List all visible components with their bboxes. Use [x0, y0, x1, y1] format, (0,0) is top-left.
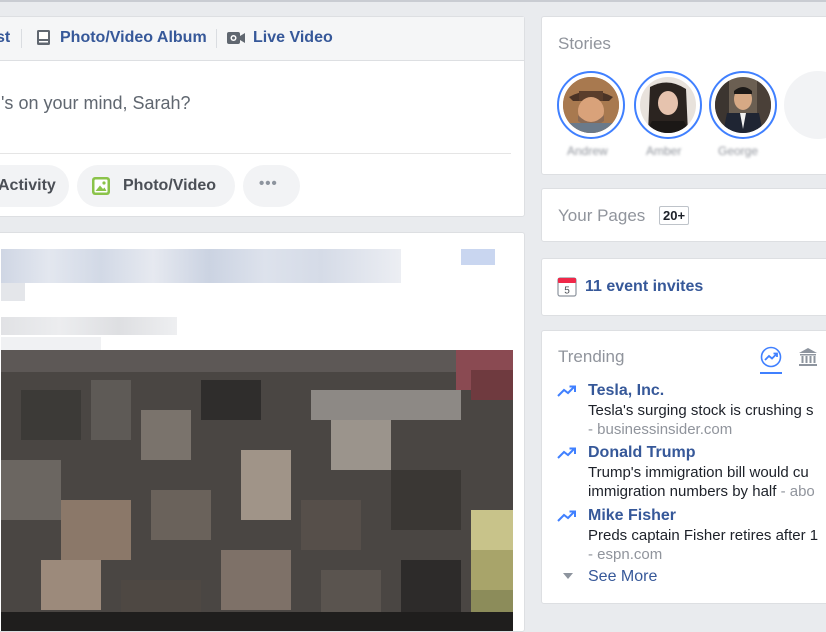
tab-divider: [21, 29, 22, 48]
your-pages-card[interactable]: Your Pages 20+: [541, 188, 826, 242]
avatar: [715, 77, 771, 133]
stories-heading: Stories: [558, 34, 611, 53]
trending-topic-link[interactable]: Mike Fisher: [588, 507, 676, 525]
trending-headline: Tesla's surging stock is crushing s: [588, 402, 814, 419]
story-avatar-partial[interactable]: [784, 71, 826, 139]
photo-icon: [92, 177, 110, 195]
trending-headline: Preds captain Fisher retires after 1: [588, 527, 819, 544]
composer-divider: [0, 153, 511, 154]
trending-tab-icon[interactable]: [760, 346, 782, 368]
feed-post: [0, 232, 525, 632]
video-camera-icon: [227, 32, 245, 44]
trending-heading: Trending: [558, 347, 625, 366]
trending-headline-continued: immigration numbers by half: [588, 483, 777, 500]
trending-topic-link[interactable]: Tesla, Inc.: [588, 382, 664, 400]
photo-video-label: Photo/Video: [123, 177, 217, 194]
pixelated-photo: [1, 350, 513, 631]
stories-card: Stories Andrew Amber George: [541, 16, 826, 175]
tab-make-post[interactable]: st: [0, 29, 10, 47]
trending-arrow-icon: [557, 510, 576, 522]
events-card[interactable]: 5 11 event invites: [541, 258, 826, 316]
redacted-text: [1, 337, 101, 351]
activity-button[interactable]: Activity: [0, 165, 69, 207]
story-avatar[interactable]: [634, 71, 702, 139]
more-options-icon: •••: [259, 175, 278, 192]
event-invites-link[interactable]: 11 event invites: [585, 278, 703, 296]
top-border: [0, 0, 826, 2]
pages-count-badge: 20+: [659, 206, 690, 225]
active-tab-underline: [760, 372, 782, 374]
your-pages-heading: Your Pages: [558, 206, 646, 225]
story-avatar[interactable]: [557, 71, 625, 139]
composer-input[interactable]: 's on your mind, Sarah?: [1, 93, 191, 114]
calendar-day: 5: [564, 286, 570, 297]
redacted-meta: [1, 283, 25, 301]
trending-arrow-icon: [557, 385, 576, 397]
trending-headline: Trump's immigration bill would cu: [588, 464, 809, 481]
calendar-icon: 5: [557, 277, 577, 297]
trending-arrow-icon: [557, 447, 576, 459]
trending-topic-link[interactable]: Donald Trump: [588, 444, 696, 462]
trending-card: Trending Tesla, Inc. Tesla's surging sto…: [541, 330, 826, 604]
redacted-badge: [461, 249, 495, 265]
chevron-down-icon: [563, 573, 573, 579]
trending-headline-line2: immigration numbers by half - abo: [588, 483, 815, 500]
composer-tab-bar: st Photo/Video Album Live Video: [0, 17, 524, 61]
tab-live-video[interactable]: Live Video: [253, 29, 333, 47]
album-icon: [37, 30, 50, 45]
activity-label: Activity: [0, 177, 56, 194]
tab-divider: [216, 29, 217, 48]
story-avatar[interactable]: [709, 71, 777, 139]
story-name: Andrew: [567, 144, 608, 158]
story-name: George: [718, 144, 759, 158]
avatar: [640, 77, 696, 133]
story-name: Amber: [646, 144, 682, 158]
post-composer: st Photo/Video Album Live Video 's on yo…: [0, 16, 525, 217]
trending-source: - businessinsider.com: [588, 421, 733, 438]
trending-source: - abo: [776, 483, 815, 500]
avatar: [563, 77, 619, 133]
see-more-link[interactable]: See More: [588, 568, 657, 586]
redacted-text: [1, 317, 177, 335]
photo-video-button[interactable]: Photo/Video: [77, 165, 235, 207]
redacted-author: [1, 249, 401, 283]
tab-photo-video-album[interactable]: Photo/Video Album: [60, 29, 207, 47]
more-options-button[interactable]: •••: [243, 165, 300, 207]
politics-icon[interactable]: [797, 346, 819, 368]
trending-source: - espn.com: [588, 546, 663, 563]
